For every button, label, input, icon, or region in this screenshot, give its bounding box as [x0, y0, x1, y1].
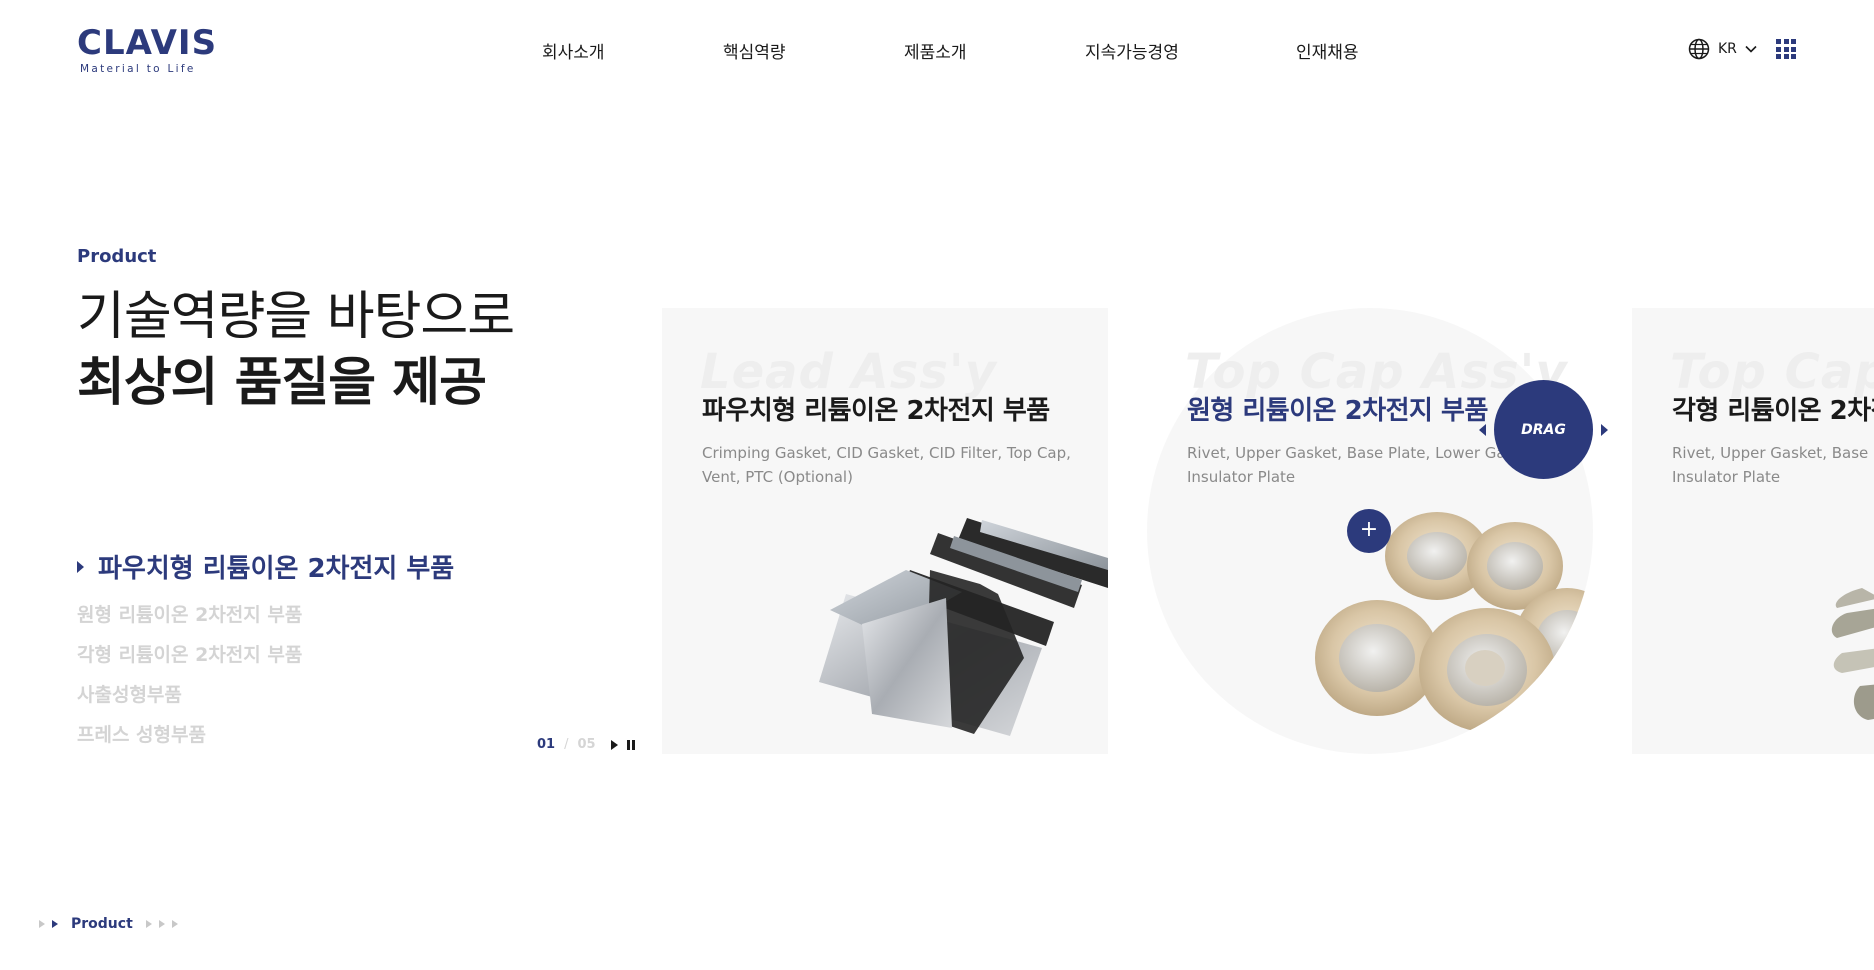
- pager-current: 01: [537, 737, 556, 752]
- play-arrow-icon: [77, 560, 84, 573]
- product-card-prismatic[interactable]: Top Cap Ass'y 각형 리튬이온 2차전지 부품 Rivet, Upp…: [1632, 308, 1874, 754]
- pause-icon[interactable]: [626, 739, 635, 750]
- product-item-cylindrical[interactable]: 원형 리튬이온 2차전지 부품: [77, 600, 302, 627]
- nav-item-sustainability[interactable]: 지속가능경영: [1085, 38, 1179, 63]
- nav-item-company[interactable]: 회사소개: [542, 38, 605, 63]
- chevron-down-icon: [1745, 45, 1757, 53]
- section-marker-icon[interactable]: [158, 920, 165, 928]
- play-icon[interactable]: [610, 739, 618, 750]
- product-slider[interactable]: Lead Ass'y 파우치형 리튬이온 2차전지 부품 Crimping Ga…: [662, 308, 1874, 754]
- pager-separator: /: [564, 737, 569, 752]
- slide-pager: 01 / 05: [537, 737, 635, 752]
- section-marker-icon[interactable]: [52, 920, 58, 928]
- section-eyebrow: Product: [77, 246, 157, 267]
- site-header: CLAVIS Material to Life 회사소개 핵심역량 제품소개 지…: [0, 0, 1874, 100]
- product-item-pouch[interactable]: 파우치형 리튬이온 2차전지 부품: [77, 548, 454, 585]
- drag-left-arrow-icon: [1479, 424, 1486, 436]
- globe-icon: [1688, 38, 1710, 60]
- product-item-press[interactable]: 프레스 성형부품: [77, 720, 206, 747]
- product-item-injection[interactable]: 사출성형부품: [77, 680, 182, 707]
- pager-total: 05: [577, 737, 596, 752]
- pouch-lead-tabs-image: [819, 518, 1108, 736]
- logo-wordmark: CLAVIS: [77, 23, 218, 63]
- nav-item-products[interactable]: 제품소개: [904, 38, 967, 63]
- section-marker-icon[interactable]: [145, 920, 152, 928]
- clavis-logo[interactable]: CLAVIS Material to Life: [77, 23, 218, 75]
- headline-line-1: 기술역량을 바탕으로: [77, 287, 515, 347]
- card-more-button[interactable]: +: [1347, 509, 1391, 553]
- section-marker-icon[interactable]: [39, 920, 45, 928]
- section-indicator: Product: [39, 916, 178, 932]
- nav-item-careers[interactable]: 인재채용: [1296, 38, 1359, 63]
- section-indicator-label: Product: [71, 916, 133, 932]
- product-item-prismatic[interactable]: 각형 리튬이온 2차전지 부품: [77, 640, 302, 667]
- section-marker-icon[interactable]: [171, 920, 178, 928]
- language-selector[interactable]: KR: [1688, 38, 1757, 60]
- language-label: KR: [1718, 41, 1737, 57]
- drag-right-arrow-icon: [1601, 424, 1608, 436]
- nav-item-capability[interactable]: 핵심역량: [723, 38, 786, 63]
- prismatic-parts-image: [1831, 588, 1874, 720]
- product-item-label: 파우치형 리튬이온 2차전지 부품: [98, 554, 455, 584]
- section-headline: 기술역량을 바탕으로 최상의 품질을 제공: [77, 284, 515, 416]
- drag-cursor-button[interactable]: DRAG: [1494, 380, 1593, 479]
- grid-menu-icon[interactable]: [1776, 39, 1796, 59]
- product-card-pouch[interactable]: Lead Ass'y 파우치형 리튬이온 2차전지 부품 Crimping Ga…: [662, 308, 1108, 754]
- logo-tagline: Material to Life: [80, 63, 196, 75]
- headline-line-2: 최상의 품질을 제공: [77, 353, 487, 413]
